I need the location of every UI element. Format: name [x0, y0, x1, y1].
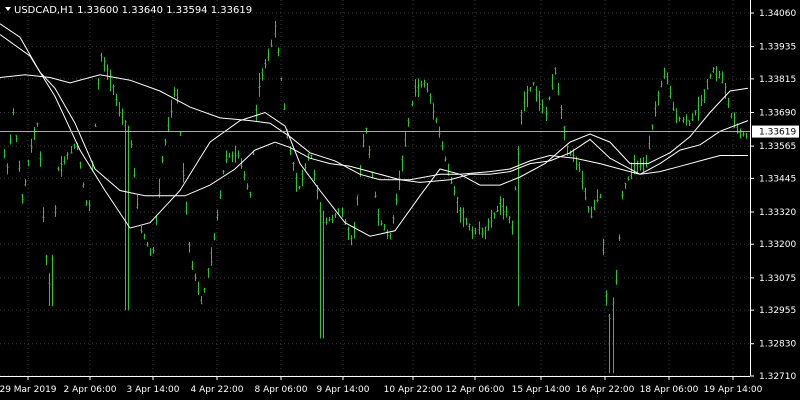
y-tick-label: 1.32830	[759, 340, 796, 350]
current-price-label: 1.33619	[759, 128, 796, 138]
y-tick-label: 1.33690	[759, 108, 796, 118]
y-tick-label: 1.33935	[759, 43, 796, 53]
x-tick-label: 8 Apr 06:00	[255, 385, 308, 395]
x-axis-ticks: 29 Mar 2019 2 Apr 06:00 3 Apr 14:00 4 Apr 2…	[0, 376, 763, 395]
x-tick-label: 18 Apr 06:00	[640, 385, 699, 395]
x-tick-label: 9 Apr 14:00	[317, 385, 370, 395]
current-price-tag: 1.33619	[752, 125, 799, 138]
ma-mid-line	[0, 23, 749, 197]
price-chart[interactable]: 1.34060 1.33935 1.33815 1.33690 1.33565 1.334…	[0, 0, 800, 400]
y-tick-label: 1.33200	[759, 240, 796, 250]
chart-grid	[0, 0, 750, 377]
x-tick-label: 29 Mar 2019	[0, 385, 57, 395]
y-tick-label: 1.33815	[759, 75, 796, 85]
y-tick-label: 1.32955	[759, 306, 796, 316]
x-tick-label: 10 Apr 22:00	[384, 385, 443, 395]
chart-axes	[0, 0, 751, 377]
y-tick-label: 1.32710	[759, 372, 796, 382]
ma-fast-line	[0, 34, 749, 237]
price-bars	[3, 20, 748, 374]
y-tick-label: 1.34060	[759, 9, 796, 19]
y-tick-label: 1.33445	[759, 174, 796, 184]
symbol-header: USDCAD,H1 1.33600 1.33640 1.33594 1.3361…	[5, 5, 252, 16]
x-tick-label: 2 Apr 06:00	[64, 385, 117, 395]
x-tick-label: 19 Apr 14:00	[704, 385, 763, 395]
x-tick-label: 4 Apr 22:00	[191, 385, 244, 395]
x-tick-label: 16 Apr 22:00	[576, 385, 635, 395]
moving-averages	[0, 23, 749, 237]
x-tick-label: 12 Apr 06:00	[446, 385, 505, 395]
y-tick-label: 1.33075	[759, 274, 796, 284]
y-tick-label: 1.33320	[759, 208, 796, 218]
x-tick-label: 15 Apr 14:00	[512, 385, 571, 395]
x-tick-label: 3 Apr 14:00	[127, 385, 180, 395]
dropdown-triangle-icon[interactable]	[5, 7, 11, 11]
symbol-header-text: USDCAD,H1 1.33600 1.33640 1.33594 1.3361…	[14, 5, 252, 16]
y-axis-ticks: 1.34060 1.33935 1.33815 1.33690 1.33565 1.334…	[750, 9, 796, 382]
y-tick-label: 1.33565	[759, 142, 796, 152]
